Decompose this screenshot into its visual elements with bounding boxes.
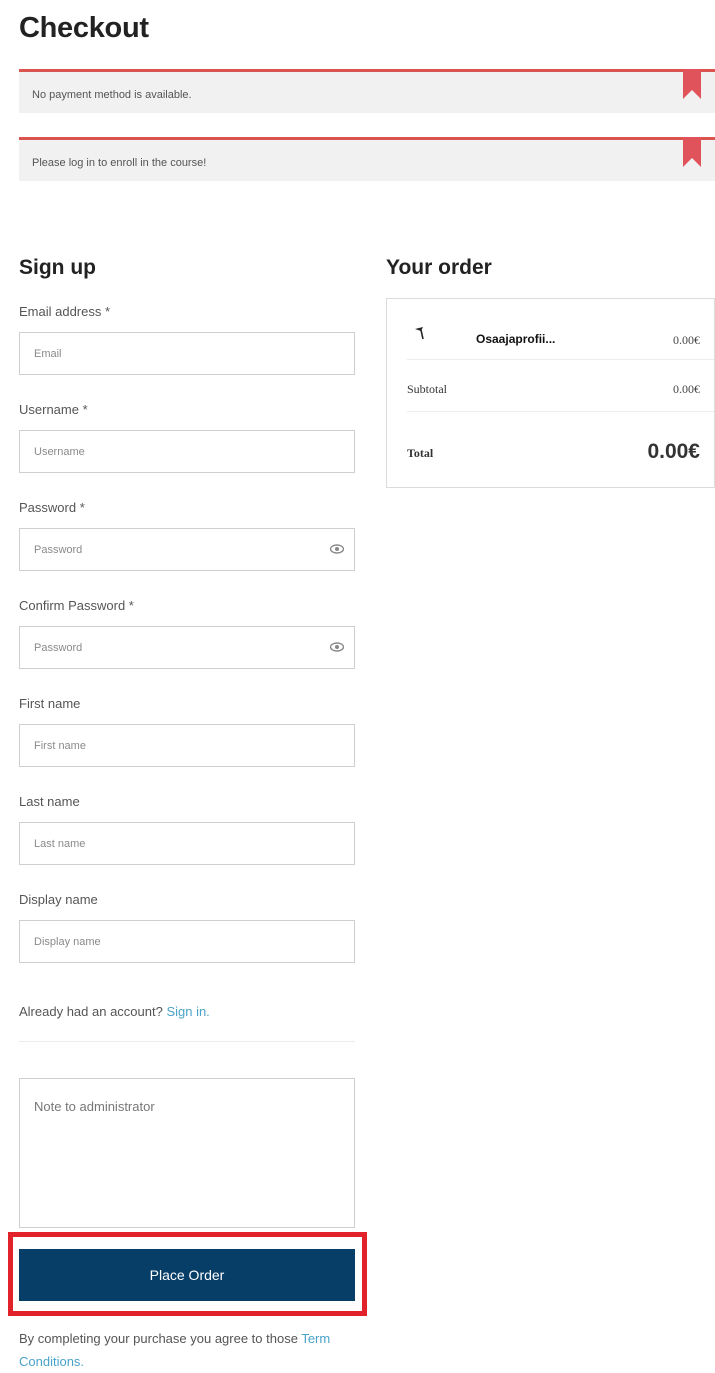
order-item-price: 0.00€	[673, 333, 700, 347]
divider	[407, 359, 714, 360]
notice-text: No payment method is available.	[32, 89, 192, 101]
total-label: Total	[407, 446, 434, 460]
signup-title: Sign up	[19, 256, 96, 279]
pin-icon	[415, 327, 424, 340]
note-to-administrator-field[interactable]	[19, 1078, 355, 1228]
bookmark-icon	[683, 137, 701, 167]
subtotal-value: 0.00€	[673, 382, 700, 396]
signin-prompt: Already had an account? Sign in.	[19, 1004, 210, 1019]
signin-link[interactable]: Sign in.	[166, 1004, 209, 1019]
total-value: 0.00€	[647, 440, 700, 463]
first-name-field[interactable]	[19, 724, 355, 767]
notice-text: Please log in to enroll in the course!	[32, 157, 207, 169]
eye-icon[interactable]	[330, 544, 344, 554]
last-name-field[interactable]	[19, 822, 355, 865]
page-title: Checkout	[19, 12, 149, 44]
last-name-label: Last name	[19, 794, 80, 809]
display-name-label: Display name	[19, 892, 98, 907]
order-title: Your order	[386, 256, 492, 279]
order-item-name[interactable]: Osaajaprofii...	[476, 332, 555, 346]
password-field[interactable]	[19, 528, 355, 571]
display-name-field[interactable]	[19, 920, 355, 963]
order-summary: Osaajaprofii... 0.00€ Subtotal 0.00€ Tot…	[386, 298, 715, 488]
terms-notice-text: By completing your purchase you agree to…	[19, 1331, 302, 1346]
divider	[19, 1041, 355, 1042]
username-field[interactable]	[19, 430, 355, 473]
signin-prompt-text: Already had an account?	[19, 1004, 167, 1019]
subtotal-label: Subtotal	[407, 382, 448, 396]
password-label: Password *	[19, 500, 85, 515]
confirm-password-field[interactable]	[19, 626, 355, 669]
username-label: Username *	[19, 402, 88, 417]
divider	[407, 411, 714, 412]
confirm-password-label: Confirm Password *	[19, 598, 134, 613]
eye-icon[interactable]	[330, 642, 344, 652]
bookmark-icon	[683, 69, 701, 99]
first-name-label: First name	[19, 696, 81, 711]
notice-login-required: Please log in to enroll in the course!	[19, 137, 715, 181]
notice-no-payment: No payment method is available.	[19, 69, 715, 113]
terms-notice: By completing your purchase you agree to…	[19, 1327, 349, 1373]
email-label: Email address *	[19, 304, 111, 319]
place-order-button[interactable]: Place Order	[19, 1249, 355, 1301]
email-field[interactable]	[19, 332, 355, 375]
